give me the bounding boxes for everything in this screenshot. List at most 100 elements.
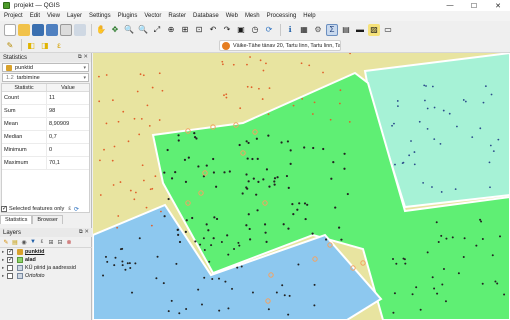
point-feature[interactable] bbox=[332, 160, 335, 164]
point-feature[interactable] bbox=[149, 188, 152, 191]
save-project-icon[interactable] bbox=[32, 23, 44, 36]
point-feature[interactable] bbox=[437, 240, 440, 243]
point-feature[interactable] bbox=[340, 238, 343, 241]
point-feature[interactable] bbox=[117, 120, 120, 123]
point-feature[interactable] bbox=[205, 223, 208, 226]
point-feature[interactable] bbox=[113, 264, 116, 267]
point-feature[interactable] bbox=[404, 262, 407, 265]
point-feature[interactable] bbox=[494, 280, 497, 283]
point-feature[interactable] bbox=[177, 233, 180, 236]
point-feature[interactable] bbox=[464, 100, 467, 103]
point-feature[interactable] bbox=[129, 189, 132, 192]
point-feature[interactable] bbox=[249, 56, 251, 58]
point-feature[interactable] bbox=[397, 105, 399, 108]
point-feature[interactable] bbox=[433, 287, 436, 290]
refresh-icon[interactable]: ⟳ bbox=[263, 24, 275, 36]
point-feature[interactable] bbox=[194, 240, 197, 243]
toolbox-gear-icon[interactable]: ⚙ bbox=[312, 24, 324, 36]
attribute-table-icon[interactable]: ▤ bbox=[340, 24, 352, 36]
point-feature[interactable] bbox=[106, 260, 109, 263]
point-feature[interactable] bbox=[221, 63, 224, 66]
point-feature[interactable] bbox=[286, 140, 290, 143]
point-feature[interactable] bbox=[457, 272, 460, 275]
filter-legend-icon[interactable]: ▼ bbox=[29, 238, 37, 246]
point-feature[interactable] bbox=[346, 192, 349, 196]
point-feature[interactable] bbox=[431, 186, 433, 188]
point-feature[interactable] bbox=[259, 59, 262, 62]
point-feature[interactable] bbox=[348, 120, 351, 123]
menu-mesh[interactable]: Mesh bbox=[245, 13, 260, 19]
point-feature[interactable] bbox=[178, 312, 181, 315]
map-canvas[interactable] bbox=[93, 53, 510, 320]
point-feature[interactable] bbox=[484, 85, 487, 88]
point-feature[interactable] bbox=[442, 268, 445, 271]
pan-to-selection-icon[interactable]: ✥ bbox=[109, 24, 121, 36]
point-feature[interactable] bbox=[297, 263, 300, 266]
point-feature[interactable] bbox=[238, 143, 241, 147]
point-feature[interactable] bbox=[215, 217, 219, 221]
print-layout-icon[interactable] bbox=[60, 23, 72, 36]
point-feature[interactable] bbox=[138, 237, 141, 240]
point-feature[interactable] bbox=[456, 125, 458, 128]
point-feature[interactable] bbox=[248, 227, 251, 231]
tab-browser[interactable]: Browser bbox=[32, 215, 63, 224]
point-feature[interactable] bbox=[480, 220, 483, 223]
layer-select[interactable]: punktid ▾ bbox=[2, 63, 89, 72]
point-feature[interactable] bbox=[262, 178, 265, 181]
point-feature[interactable] bbox=[111, 159, 114, 162]
menu-database[interactable]: Database bbox=[193, 13, 219, 19]
menu-edit[interactable]: Edit bbox=[30, 13, 40, 19]
point-feature[interactable] bbox=[133, 198, 136, 201]
point-feature[interactable] bbox=[252, 177, 255, 180]
point-feature[interactable] bbox=[129, 267, 132, 270]
point-feature[interactable] bbox=[145, 206, 148, 209]
point-feature[interactable] bbox=[311, 232, 314, 235]
point-feature[interactable] bbox=[265, 62, 267, 65]
point-feature[interactable] bbox=[221, 60, 224, 63]
point-feature[interactable] bbox=[138, 133, 141, 136]
point-feature[interactable] bbox=[176, 228, 179, 232]
point-feature[interactable] bbox=[232, 63, 235, 66]
point-feature[interactable] bbox=[134, 191, 137, 194]
point-feature[interactable] bbox=[119, 181, 122, 183]
point-feature[interactable] bbox=[393, 122, 395, 125]
point-feature[interactable] bbox=[241, 192, 244, 195]
point-feature[interactable] bbox=[489, 144, 492, 147]
point-feature[interactable] bbox=[113, 145, 116, 148]
table-row[interactable]: Median 0,7 bbox=[2, 131, 89, 144]
point-feature[interactable] bbox=[422, 181, 425, 184]
point-feature[interactable] bbox=[413, 151, 416, 153]
point-feature[interactable] bbox=[122, 110, 125, 113]
point-feature[interactable] bbox=[306, 203, 309, 206]
point-feature[interactable] bbox=[431, 276, 434, 279]
point-feature[interactable] bbox=[273, 180, 276, 183]
point-feature[interactable] bbox=[445, 237, 448, 240]
layer-row-alad[interactable]: ▸ alad bbox=[0, 256, 92, 264]
annotation-icon[interactable]: ▭ bbox=[382, 24, 394, 36]
point-feature[interactable] bbox=[139, 73, 142, 76]
point-feature[interactable] bbox=[131, 291, 134, 294]
layer-row-ortofoto[interactable]: ▸ Ortofoto bbox=[0, 272, 92, 280]
point-feature[interactable] bbox=[127, 140, 130, 143]
column-header-value[interactable]: Value bbox=[47, 84, 89, 91]
layer-styling-icon[interactable]: ✎ bbox=[2, 238, 10, 246]
point-feature[interactable] bbox=[185, 219, 188, 222]
menu-help[interactable]: Help bbox=[303, 13, 315, 19]
point-feature[interactable] bbox=[292, 212, 295, 216]
point-feature[interactable] bbox=[273, 183, 276, 186]
point-feature[interactable] bbox=[133, 117, 136, 120]
point-feature[interactable] bbox=[121, 260, 124, 263]
point-feature[interactable] bbox=[231, 287, 234, 290]
point-feature[interactable] bbox=[287, 227, 290, 230]
point-feature[interactable] bbox=[267, 134, 270, 137]
point-feature[interactable] bbox=[174, 171, 177, 174]
point-feature[interactable] bbox=[170, 299, 173, 302]
minimize-icon[interactable]: — bbox=[438, 0, 462, 11]
point-feature[interactable] bbox=[175, 262, 178, 265]
point-feature[interactable] bbox=[141, 164, 144, 167]
point-feature[interactable] bbox=[311, 113, 314, 115]
point-feature[interactable] bbox=[177, 139, 180, 142]
point-feature[interactable] bbox=[481, 282, 484, 285]
point-feature[interactable] bbox=[304, 217, 307, 221]
point-feature[interactable] bbox=[281, 284, 284, 287]
